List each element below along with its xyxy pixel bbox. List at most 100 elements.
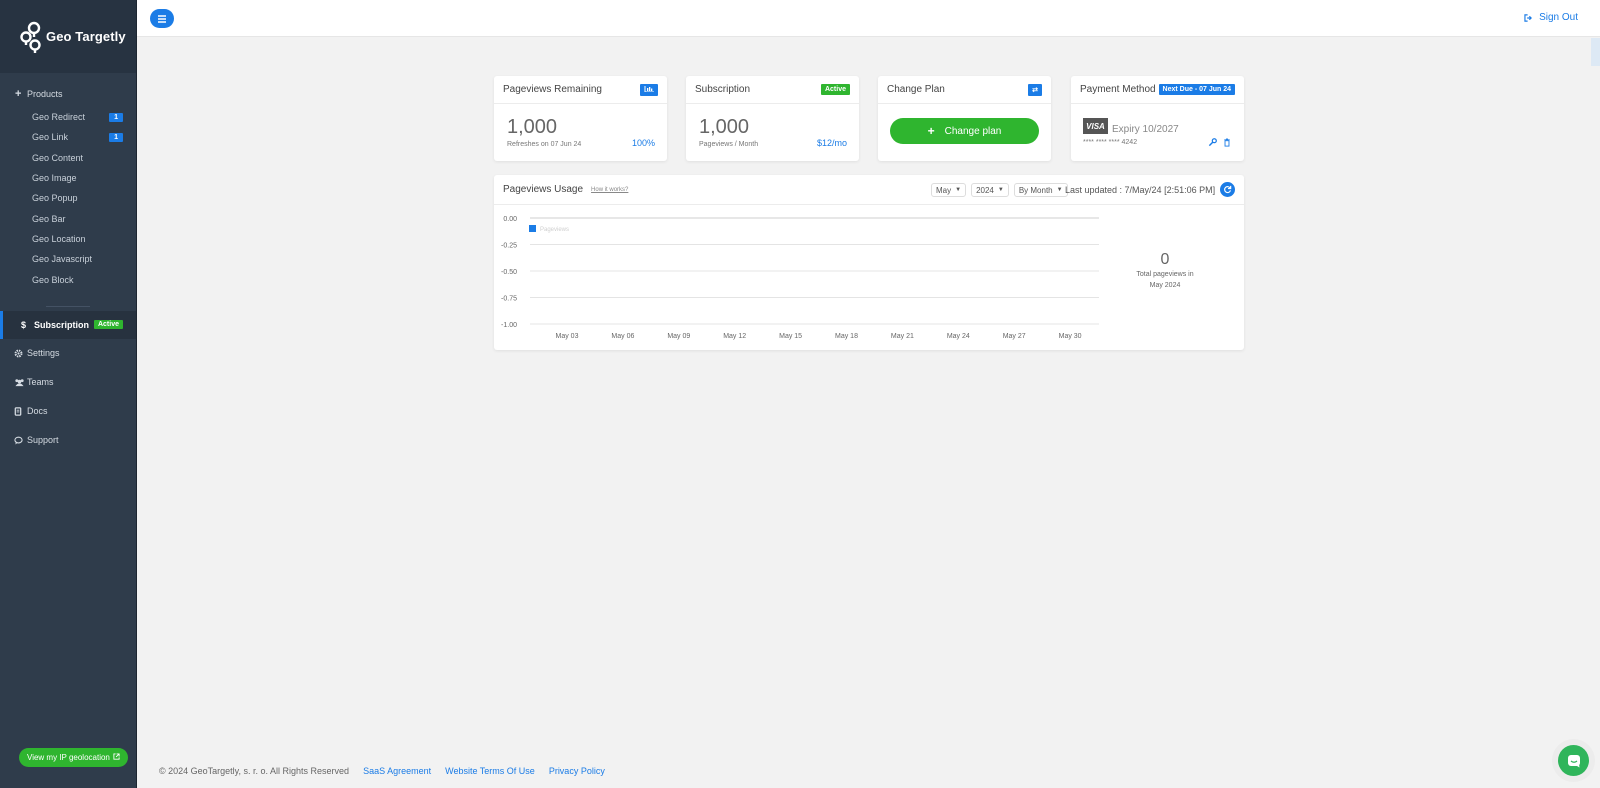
year-select[interactable]: 2024 ▼ [971,183,1009,197]
book-icon [14,406,27,416]
sidebar-item-label: Geo Popup [32,193,78,204]
last-updated-text: Last updated : 7/May/24 [2:51:06 PM] [1065,185,1216,195]
subscription-price: $12/mo [816,138,847,148]
gear-icon [14,349,27,358]
external-link-icon [113,753,120,762]
x-tick-label: May 24 [947,333,970,340]
wrench-icon[interactable] [1208,138,1217,149]
sidebar-item-geo-content[interactable]: Geo Content [0,148,136,168]
caret-down-icon: ▼ [997,187,1004,193]
x-tick-label: May 06 [611,333,634,340]
pageviews-usage-card: Pageviews Usage How it works? May ▼ 2024 ▼… [494,175,1244,350]
x-tick-label: May 18 [835,333,858,340]
brand-logo[interactable]: Geo Targetly [0,0,136,73]
pageviews-remaining-value: 1,000 [507,116,558,138]
sidebar-item-support[interactable]: Support [0,426,136,455]
sidebar-item-label: Settings [27,348,60,359]
sidebar-products-label: Products [27,89,63,99]
card-title: Subscription [695,84,751,95]
sign-out-icon [1524,13,1533,22]
plus-icon: + [15,88,22,100]
sidebar-item-geo-location[interactable]: Geo Location [0,229,136,249]
copyright-text: © 2024 GeoTargetly, s. r. o. All Rights … [159,766,350,776]
x-tick-label: May 09 [667,333,690,340]
total-pageviews-label: Total pageviews in [1136,271,1194,278]
year-select-value: 2024 [976,185,994,195]
period-select-value: By Month [1018,185,1053,195]
sidebar-item-subscription[interactable]: $ Subscription Active [0,310,136,339]
caret-down-icon: ▼ [1056,187,1063,193]
chat-icon [1567,754,1580,767]
subscription-card: Subscription Active 1,000 Pageviews / Mo… [686,76,859,161]
x-tick-label: May 12 [723,333,746,340]
visa-logo-icon: VISA [1083,118,1108,134]
x-tick-label: May 15 [779,333,802,340]
y-tick-label: -0.75 [501,296,517,303]
month-select-value: May [936,185,952,195]
view-ip-geolocation-button[interactable]: View my IP geolocation [19,748,128,767]
x-tick-label: May 27 [1003,333,1026,340]
refresh-icon [1224,185,1232,194]
sidebar-item-label: Teams [27,377,54,388]
location-pins-icon [20,21,41,53]
chat-launcher-button[interactable] [1558,745,1589,776]
dollar-icon: $ [21,319,27,330]
y-tick-label: -1.00 [501,322,517,329]
subscription-pageviews-value: 1,000 [699,116,750,138]
bar-chart-icon[interactable] [640,83,658,96]
sidebar-divider [46,305,90,307]
sidebar-item-label: Docs [27,406,48,417]
y-tick-label: -0.50 [501,269,517,276]
sidebar-item-geo-bar[interactable]: Geo Bar [0,208,136,228]
card-title: Pageviews Remaining [503,84,602,95]
sidebar-item-geo-block[interactable]: Geo Block [0,269,136,289]
users-icon [14,378,27,387]
legend-swatch [529,225,536,232]
pageviews-percent: 100% [631,138,655,148]
sidebar-item-label: Geo Redirect [32,112,86,123]
refresh-date-text: Refreshes on 07 Jun 24 [507,141,582,148]
x-tick-label: May 30 [1059,333,1082,340]
sidebar-item-geo-javascript[interactable]: Geo Javascript [0,249,136,269]
sidebar-item-label: Geo Link [32,132,69,143]
ip-button-label: View my IP geolocation [27,753,110,762]
sidebar-item-geo-image[interactable]: Geo Image [0,168,136,188]
chat-bubble-icon [14,436,27,445]
card-title: Pageviews Usage [503,184,584,195]
scrollbar[interactable] [1591,38,1600,66]
saas-agreement-link[interactable]: SaaS Agreement [363,766,431,776]
change-plan-card: Change Plan ⇄ + Change plan [878,76,1051,161]
refresh-button[interactable] [1220,182,1235,197]
subscription-unit-text: Pageviews / Month [699,141,759,148]
sidebar-item-docs[interactable]: Docs [0,397,136,426]
month-select[interactable]: May ▼ [931,183,967,197]
trash-icon[interactable] [1223,138,1231,149]
x-tick-label: May 03 [556,333,579,340]
total-pageviews-summary: 0 Total pageviews in May 2024 [1114,251,1216,291]
terms-of-use-link[interactable]: Website Terms Of Use [445,766,535,776]
period-select[interactable]: By Month ▼ [1013,183,1068,197]
change-plan-button[interactable]: + Change plan [890,118,1039,144]
sidebar: Geo Targetly + Products Geo Redirect 1 Geo… [0,0,137,788]
how-it-works-link[interactable]: How it works? [591,187,628,193]
swap-arrows-icon[interactable]: ⇄ [1028,83,1042,96]
total-pageviews-period: May 2024 [1149,282,1181,290]
privacy-policy-link[interactable]: Privacy Policy [549,766,605,776]
y-tick-label: -0.25 [501,243,517,250]
sidebar-item-teams[interactable]: Teams [0,368,136,397]
sign-out-link[interactable]: Sign Out [1524,12,1578,23]
count-badge: 1 [109,112,123,122]
sidebar-item-geo-link[interactable]: Geo Link 1 [0,127,136,147]
next-due-badge: Next Due - 07 Jun 24 [1158,84,1235,95]
y-tick-label: 0.00 [503,216,517,223]
sidebar-products-header[interactable]: + Products [0,81,136,107]
card-expiry: Expiry 10/2027 [1112,124,1179,135]
sidebar-item-settings[interactable]: Settings [0,339,136,368]
sidebar-item-geo-popup[interactable]: Geo Popup [0,188,136,208]
pageviews-usage-chart: 0.00 -0.25 -0.50 -0.75 -1.00 May 03 May 06 May … [501,216,1099,340]
brand-name: Geo Targetly [46,29,126,44]
sidebar-item-label: Subscription [34,319,90,330]
menu-toggle-button[interactable] [150,9,174,28]
sidebar-item-geo-redirect[interactable]: Geo Redirect 1 [0,107,136,127]
footer: © 2024 GeoTargetly, s. r. o. All Rights … [159,766,605,776]
